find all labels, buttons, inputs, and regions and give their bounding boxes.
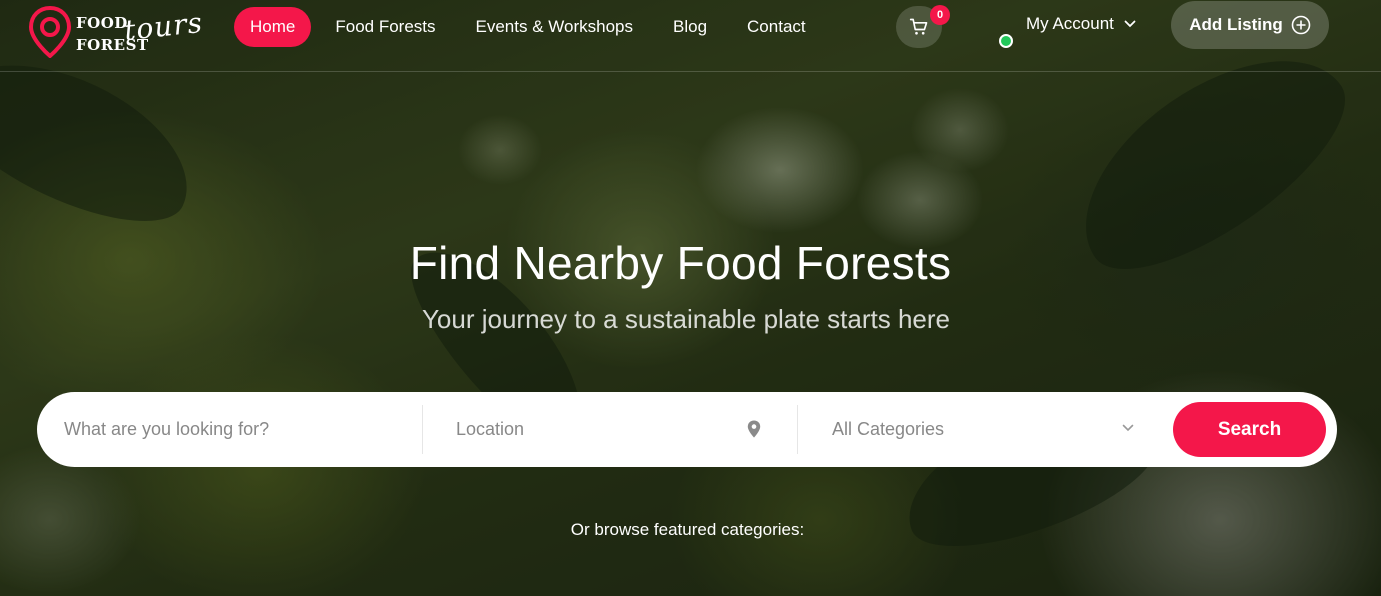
site-header: FOOD FOREST tours Home Food Forests Even…: [0, 0, 1381, 72]
chevron-down-icon: [1124, 20, 1136, 28]
hero-overlay: [0, 0, 1381, 596]
add-listing-button[interactable]: Add Listing: [1171, 1, 1329, 49]
chevron-down-icon[interactable]: [1122, 424, 1134, 432]
plus-circle-icon: [1291, 15, 1311, 35]
hero-title: Find Nearby Food Forests: [409, 237, 952, 289]
map-pin-logo-icon: [28, 6, 72, 58]
my-account-menu[interactable]: My Account: [1026, 14, 1136, 34]
search-location-input[interactable]: Location: [456, 392, 786, 467]
category-select[interactable]: All Categories: [832, 392, 1132, 467]
search-bar: What are you looking for? Location All C…: [37, 392, 1337, 467]
logo-text-script: tours: [122, 5, 205, 48]
search-divider: [797, 405, 798, 454]
nav-item-food-forests[interactable]: Food Forests: [319, 7, 451, 47]
main-nav: Home Food Forests Events & Workshops Blo…: [234, 6, 830, 48]
add-listing-label: Add Listing: [1189, 15, 1283, 34]
online-status-indicator: [999, 34, 1013, 48]
nav-item-blog[interactable]: Blog: [657, 7, 723, 47]
search-keyword-input[interactable]: What are you looking for?: [64, 392, 424, 467]
nav-item-events-workshops[interactable]: Events & Workshops: [460, 7, 649, 47]
nav-item-contact[interactable]: Contact: [731, 7, 822, 47]
site-logo[interactable]: FOOD FOREST tours: [28, 6, 204, 60]
logo-text-food: FOOD: [76, 14, 128, 32]
cart-count-badge: 0: [930, 5, 950, 25]
hero-subtitle: Your journey to a sustainable plate star…: [421, 304, 951, 334]
browse-categories-label: Or browse featured categories:: [570, 520, 805, 539]
location-pin-icon[interactable]: [747, 420, 761, 438]
cart-icon: [909, 18, 928, 35]
search-divider: [422, 405, 423, 454]
nav-item-home[interactable]: Home: [234, 7, 312, 47]
my-account-label: My Account: [1026, 14, 1114, 33]
search-button[interactable]: Search: [1173, 402, 1326, 457]
